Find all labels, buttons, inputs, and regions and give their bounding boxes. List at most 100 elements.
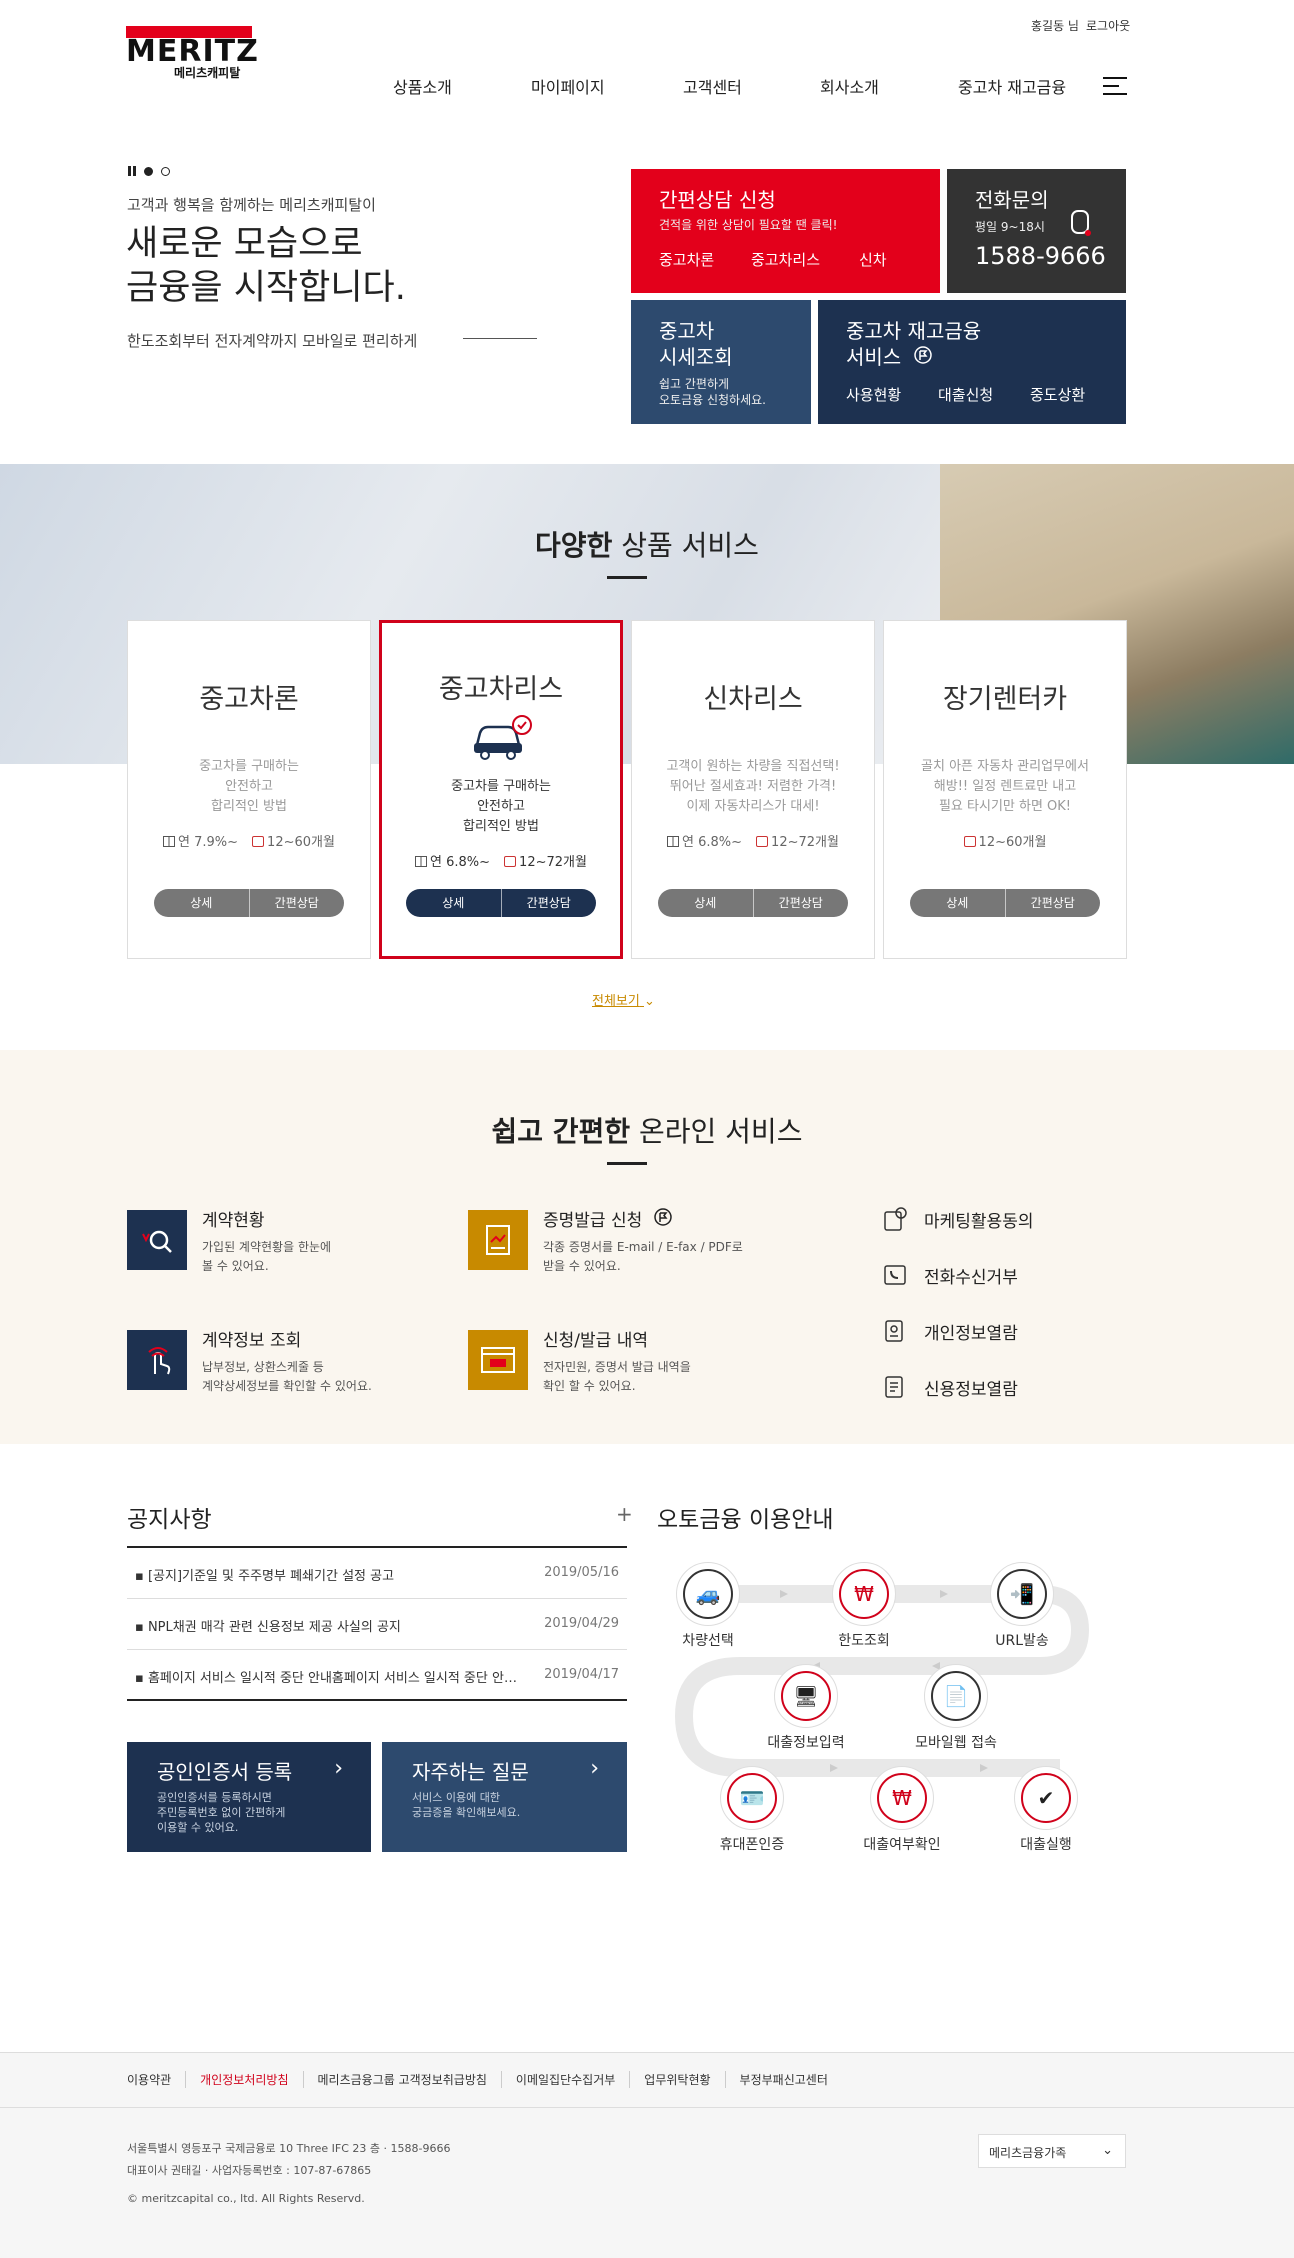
privacy-icon xyxy=(885,1320,903,1342)
footer-link-privacy[interactable]: 개인정보처리방침 xyxy=(185,2071,302,2088)
card-desc: 고객이 원하는 차량을 직접선택! 뛰어난 절세효과! 저렴한 가격! 이제 자… xyxy=(666,759,840,814)
online-title-bar xyxy=(607,1162,647,1165)
history-icon[interactable] xyxy=(468,1330,528,1390)
notice-row-title-text: [공지]기준일 및 주주명부 폐쇄기간 설정 공고 xyxy=(147,1569,395,1584)
contract-info-title[interactable]: 계약정보 조회 xyxy=(202,1326,301,1351)
inventory-link-usage[interactable]: 사용현황 xyxy=(846,384,901,405)
chevron-right-icon: › xyxy=(590,1756,599,1781)
card-term: 12~60개월 xyxy=(963,831,1046,850)
step-mobile-web: 📄 xyxy=(924,1664,988,1728)
product-title-bar xyxy=(607,576,647,579)
consult-link-usedlease[interactable]: 중고차리스 xyxy=(751,249,820,270)
car-icon: 🚙 xyxy=(683,1569,733,1619)
footer-link-outsourcing[interactable]: 업무위탁현황 xyxy=(629,2071,724,2088)
notice-row[interactable]: ▪ 홈페이지 서비스 일시적 중단 안내홈페이지 서비스 일시적 중단 안내홈페… xyxy=(127,1650,627,1701)
card-rate-text: 연 7.9%~ xyxy=(178,835,239,850)
inventory-link-apply[interactable]: 대출신청 xyxy=(938,384,993,405)
card-rate-text: 연 6.8%~ xyxy=(682,835,743,850)
step-limit: ₩ xyxy=(832,1562,896,1626)
history-title[interactable]: 신청/발급 내역 xyxy=(543,1326,648,1351)
detail-button[interactable]: 상세 xyxy=(406,889,501,917)
phone-hours: 평일 9~18시 xyxy=(975,220,1045,234)
contract-info-desc: 납부정보, 상환스케줄 등 계약상세정보를 확인할 수 있어요. xyxy=(202,1360,372,1393)
card-rate: 연 6.8%~ xyxy=(667,831,742,850)
footer-link-report[interactable]: 부정부패신고센터 xyxy=(724,2071,842,2088)
detail-button[interactable]: 상세 xyxy=(154,889,249,917)
product-title-bold: 다양한 xyxy=(535,529,613,562)
gnb-products[interactable]: 상품소개 xyxy=(393,74,452,98)
credit-view-link[interactable]: 신용정보열람 xyxy=(924,1375,1018,1400)
consult-button[interactable]: 간편상담 xyxy=(500,889,597,917)
card-name: 장기렌터카 xyxy=(942,684,1068,715)
slide-dot-2[interactable] xyxy=(161,166,170,176)
logout-link[interactable]: 로그아웃 xyxy=(1086,17,1130,34)
product-card-usedlease[interactable]: 중고차리스 중고차를 구매하는 안전하고 합리적인 방법 연 6.8%~ 12~… xyxy=(379,620,623,959)
rate-icon xyxy=(415,856,428,867)
pause-icon[interactable] xyxy=(128,166,136,176)
notice-row[interactable]: ▪ NPL채권 매각 관련 신용정보 제공 사실의 공지 2019/04/29 xyxy=(127,1599,627,1650)
guide-title: 오토금융 이용안내 xyxy=(657,1507,834,1533)
phone-tile[interactable]: 전화문의 평일 9~18시 1588-9666 xyxy=(947,169,1126,293)
inventory-tile[interactable]: 중고차 재고금융 서비스 사용현황 대출신청 중도상환 xyxy=(818,300,1126,424)
privacy-view-link[interactable]: 개인정보열람 xyxy=(924,1319,1018,1344)
consult-tile[interactable]: 간편상담 신청 견적을 위한 상담이 필요할 땐 클릭! 중고차론 중고차리스 … xyxy=(631,169,940,293)
call-reject-link[interactable]: 전화수신거부 xyxy=(924,1263,1018,1288)
faq-box[interactable]: 자주하는 질문 서비스 이용에 대한 궁금증을 확인해보세요. › xyxy=(382,1742,627,1852)
card-buttons: 상세 간편상담 xyxy=(658,889,848,917)
cert-register-box[interactable]: 공인인증서 등록 공인인증서를 등록하시면 주민등록번호 없이 간편하게 이용할… xyxy=(127,1742,371,1852)
marketing-icon xyxy=(884,1207,907,1231)
card-term: 12~72개월 xyxy=(504,851,587,870)
card-rates: 12~60개월 xyxy=(884,831,1126,850)
marketing-consent-link[interactable]: 마케팅활용동의 xyxy=(924,1207,1033,1232)
certificate-desc: 각종 증명서를 E-mail / E-fax / PDF로 받을 수 있어요. xyxy=(543,1240,743,1273)
notice-row-title: ▪ NPL채권 매각 관련 신용정보 제공 사실의 공지 xyxy=(135,1620,401,1635)
history-desc: 전자민원, 증명서 발급 내역을 확인 할 수 있어요. xyxy=(543,1360,691,1393)
inventory-link-repay[interactable]: 중도상환 xyxy=(1030,384,1085,405)
contract-info-icon[interactable] xyxy=(127,1330,187,1390)
consult-link-newcar[interactable]: 신차 xyxy=(859,249,887,270)
card-term-text: 12~60개월 xyxy=(267,835,335,850)
family-site-select[interactable]: 메리츠금융가족 ⌄ xyxy=(978,2134,1126,2168)
gnb-mypage[interactable]: 마이페이지 xyxy=(531,74,605,98)
id-card-icon: 🪪 xyxy=(727,1773,777,1823)
detail-button[interactable]: 상세 xyxy=(910,889,1005,917)
plus-icon[interactable]: + xyxy=(616,1502,633,1526)
step-label: 차량선택 xyxy=(682,1633,734,1649)
product-card-usedloan[interactable]: 중고차론 중고차를 구매하는 안전하고 합리적인 방법 연 7.9%~ 12~6… xyxy=(127,620,371,959)
certificate-icon[interactable] xyxy=(468,1210,528,1270)
certificate-title[interactable]: 증명발급 신청 xyxy=(543,1206,642,1231)
step-label: 휴대폰인증 xyxy=(719,1837,785,1853)
notice-row[interactable]: ▪ [공지]기준일 및 주주명부 폐쇄기간 설정 공고 2019/05/16 xyxy=(127,1548,627,1599)
product-card-rentcar[interactable]: 장기렌터카 골치 아픈 자동차 관리업무에서 해방!! 일정 렌트료만 내고 필… xyxy=(883,620,1127,959)
contract-status-title[interactable]: 계약현황 xyxy=(202,1206,265,1231)
gnb-customer[interactable]: 고객센터 xyxy=(683,74,742,98)
view-all-link[interactable]: 전체보기 ⌄ xyxy=(592,990,655,1009)
price-title: 중고차 시세조회 xyxy=(659,319,733,369)
step-label: 대출정보입력 xyxy=(767,1735,845,1751)
card-rate-text: 연 6.8%~ xyxy=(430,855,491,870)
card-rates: 연 6.8%~ 12~72개월 xyxy=(382,851,620,870)
footer-link-group-policy[interactable]: 메리츠금융그룹 고객정보취급방침 xyxy=(302,2071,501,2088)
footer-link-email-reject[interactable]: 이메일집단수집거부 xyxy=(500,2071,629,2088)
calendar-icon xyxy=(252,836,265,847)
slide-dot-1[interactable] xyxy=(144,166,153,176)
step-phone-auth: 🪪 xyxy=(720,1766,784,1830)
flag-icon xyxy=(914,346,932,364)
detail-button[interactable]: 상세 xyxy=(658,889,753,917)
price-tile[interactable]: 중고차 시세조회 쉽고 간편하게 오토금융 신청하세요. xyxy=(631,300,811,424)
consult-button[interactable]: 간편상담 xyxy=(248,889,345,917)
product-card-newlease[interactable]: 신차리스 고객이 원하는 차량을 직접선택! 뛰어난 절세효과! 저렴한 가격!… xyxy=(631,620,875,959)
card-rates: 연 6.8%~ 12~72개월 xyxy=(632,831,874,850)
consult-link-usedloan[interactable]: 중고차론 xyxy=(659,249,714,270)
menu-icon[interactable] xyxy=(1103,77,1127,95)
footer-link-terms[interactable]: 이용약관 xyxy=(127,2071,185,2088)
gnb-inventory[interactable]: 중고차 재고금융 xyxy=(958,74,1066,98)
form-icon: 🖥 xyxy=(781,1671,831,1721)
meritz-logo[interactable]: MERITZ 메리츠캐피탈 xyxy=(126,26,258,80)
consult-button[interactable]: 간편상담 xyxy=(1004,889,1101,917)
consult-button[interactable]: 간편상담 xyxy=(752,889,849,917)
contract-status-icon[interactable] xyxy=(127,1210,187,1270)
gnb-company[interactable]: 회사소개 xyxy=(820,74,879,98)
rate-icon xyxy=(667,836,680,847)
consult-desc: 견적을 위한 상담이 필요할 땐 클릭! xyxy=(659,218,838,232)
